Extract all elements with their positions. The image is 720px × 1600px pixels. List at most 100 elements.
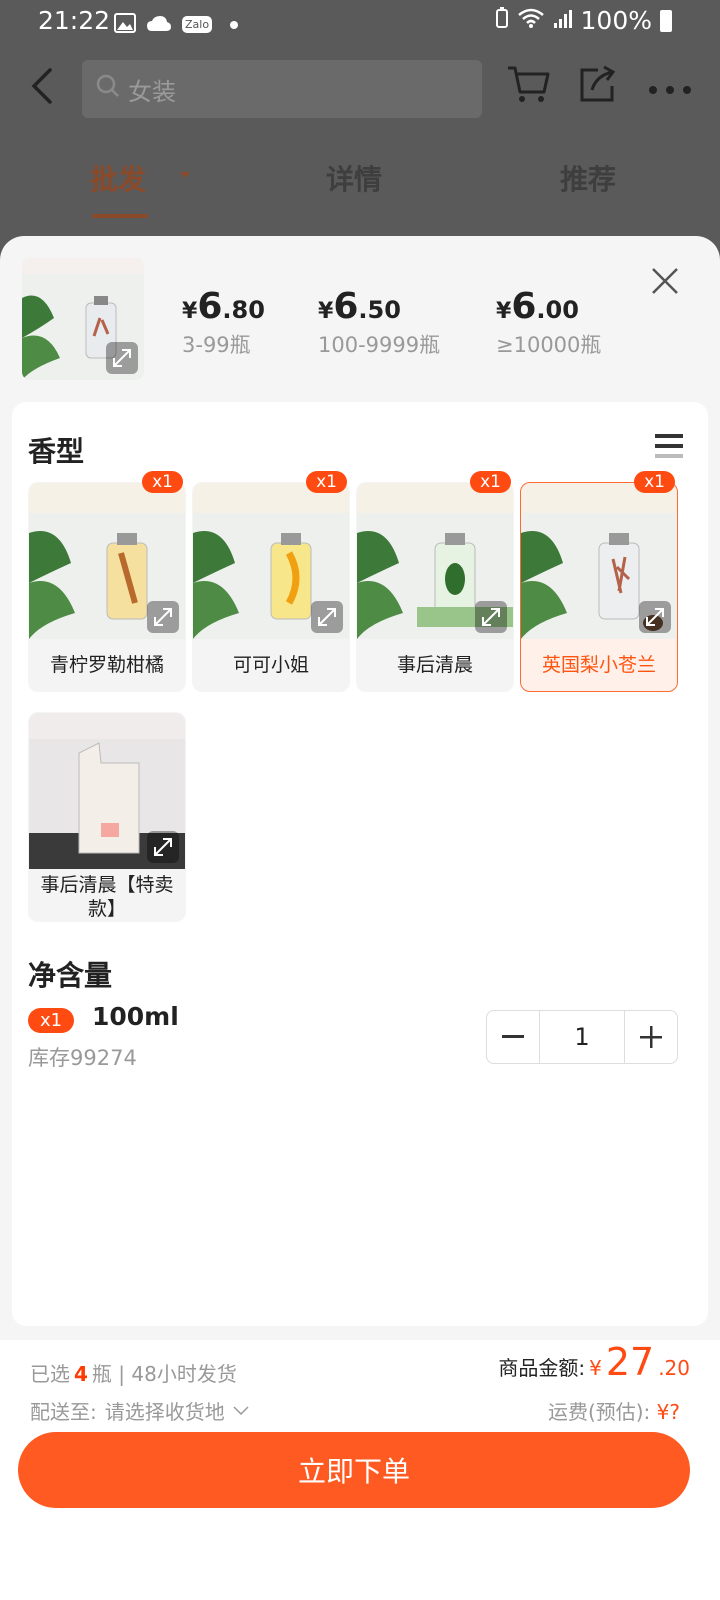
tab-underline: [92, 214, 148, 218]
amount-currency: ¥: [589, 1356, 602, 1380]
ship-value: 请选择收货地: [104, 1400, 225, 1424]
caret-down-icon: [180, 172, 190, 178]
price-int: 6: [511, 286, 537, 327]
options-card: 香型 x1 青柠罗勒柑橘 x1 可可小姐 x1 事后清晨 x1 英国梨小苍兰 事…: [12, 402, 708, 1326]
count-badge: x1: [306, 471, 347, 493]
count-badge: x1: [634, 471, 675, 493]
volume-size: 100ml: [92, 1002, 179, 1031]
status-time: 21:22: [38, 6, 111, 35]
cloud-icon: [146, 10, 172, 39]
more-button[interactable]: [648, 80, 692, 99]
variant-label: 英国梨小苍兰: [541, 654, 656, 676]
price-currency: ¥: [182, 299, 198, 324]
back-button[interactable]: [28, 66, 58, 106]
price-tier-2: ¥6.50 100-9999瓶: [318, 286, 440, 359]
scent-title: 香型: [28, 435, 85, 468]
search-icon: [96, 74, 120, 104]
quantity-value[interactable]: 1: [539, 1011, 625, 1063]
tab-wholesale[interactable]: 批发: [90, 158, 146, 198]
price-dec: .00: [536, 296, 579, 324]
signal-icon: [553, 6, 573, 35]
expand-icon: [106, 342, 138, 374]
ship-to[interactable]: 配送至: 请选择收货地: [30, 1396, 249, 1425]
expand-icon[interactable]: [147, 601, 179, 633]
increase-button[interactable]: [625, 1011, 677, 1063]
plus-icon: [640, 1026, 662, 1048]
tab-recommend[interactable]: 推荐: [560, 158, 616, 198]
close-button[interactable]: [650, 266, 680, 296]
price-tier-3: ¥6.00 ≥10000瓶: [496, 286, 601, 359]
expand-icon[interactable]: [475, 601, 507, 633]
variant-label: 可可小姐: [232, 654, 309, 676]
variant-option[interactable]: x1 青柠罗勒柑橘: [28, 471, 186, 692]
search-input[interactable]: 女装: [82, 60, 482, 118]
expand-icon[interactable]: [639, 601, 671, 633]
price-int: 6: [197, 286, 223, 327]
price-header: ¥6.80 3-99瓶 ¥6.50 100-9999瓶 ¥6.00 ≥10000…: [0, 236, 720, 396]
cart-icon: [508, 66, 550, 102]
ship-label: 配送至:: [30, 1400, 97, 1424]
dot-icon: [230, 20, 239, 29]
quantity-stepper: 1: [486, 1010, 678, 1064]
variant-label: 事后清晨【特卖款】: [40, 874, 174, 920]
volume-title: 净含量: [28, 959, 113, 992]
notification-icons: Zalo: [114, 10, 239, 39]
amount-dec: .20: [658, 1356, 690, 1380]
search-placeholder: 女装: [128, 77, 176, 106]
stock-count: 库存99274: [28, 1046, 137, 1070]
tab-details[interactable]: 详情: [326, 158, 382, 198]
amount-label: 商品金额:: [498, 1356, 586, 1380]
order-footer: 已选 4 瓶 | 48小时发货 配送至: 请选择收货地 商品金额: ¥27.20 运…: [0, 1340, 720, 1600]
cart-button[interactable]: [506, 64, 550, 108]
count-badge: x1: [28, 1008, 75, 1033]
variant-option[interactable]: x1 可可小姐: [192, 471, 350, 692]
count-badge: x1: [142, 471, 183, 493]
expand-icon[interactable]: [147, 831, 179, 863]
variant-option-selected[interactable]: x1 英国梨小苍兰: [520, 471, 678, 692]
product-thumbnail[interactable]: [22, 258, 144, 380]
status-bar: 21:22 Zalo 100%: [0, 0, 720, 44]
chevron-down-icon: [233, 1405, 249, 1415]
minus-icon: [502, 1035, 524, 1038]
more-icon: [649, 86, 691, 94]
battery-saver-icon: [495, 6, 509, 35]
chevron-left-icon: [31, 68, 52, 104]
price-currency: ¥: [496, 299, 512, 324]
shipping-fee: 运费(预估): ¥?: [548, 1396, 680, 1425]
price-int: 6: [333, 286, 359, 327]
list-view-button[interactable]: [654, 432, 684, 462]
selected-summary: 已选 4 瓶 | 48小时发货: [30, 1358, 237, 1387]
battery-percent: 100%: [580, 6, 652, 35]
place-order-button[interactable]: 立即下单: [18, 1432, 690, 1508]
share-button[interactable]: [578, 64, 616, 108]
price-currency: ¥: [318, 299, 334, 324]
selected-prefix: 已选: [30, 1362, 70, 1386]
selected-suffix: 瓶 | 48小时发货: [91, 1362, 237, 1386]
decrease-button[interactable]: [487, 1011, 539, 1063]
system-icons: 100%: [495, 6, 672, 35]
image-icon: [114, 10, 136, 39]
variant-label: 青柠罗勒柑橘: [49, 654, 164, 676]
variant-option[interactable]: x1 事后清晨: [356, 471, 514, 692]
top-header: 女装 批发 详情 推荐: [0, 44, 720, 220]
price-tier-1: ¥6.80 3-99瓶: [182, 286, 265, 359]
list-icon: [655, 434, 683, 458]
share-icon: [580, 65, 616, 102]
price-range: 100-9999瓶: [318, 333, 441, 357]
variant-option[interactable]: 事后清晨【特卖款】: [28, 712, 186, 922]
fee-label: 运费(预估):: [547, 1400, 651, 1424]
wifi-icon: [517, 6, 545, 35]
selected-count: 4: [74, 1362, 88, 1386]
expand-icon[interactable]: [311, 601, 343, 633]
variant-label: 事后清晨: [396, 654, 473, 676]
close-icon: [652, 268, 678, 294]
count-badge: x1: [470, 471, 511, 493]
tab-bar: 批发 详情 推荐: [0, 154, 720, 220]
battery-icon: [660, 9, 672, 32]
amount-int: 27: [605, 1340, 655, 1384]
zalo-icon: Zalo: [182, 16, 213, 33]
price-dec: .50: [358, 296, 401, 324]
fee-value: ¥?: [656, 1400, 680, 1424]
amount: 商品金额: ¥27.20: [498, 1340, 690, 1384]
price-range: 3-99瓶: [182, 333, 251, 357]
